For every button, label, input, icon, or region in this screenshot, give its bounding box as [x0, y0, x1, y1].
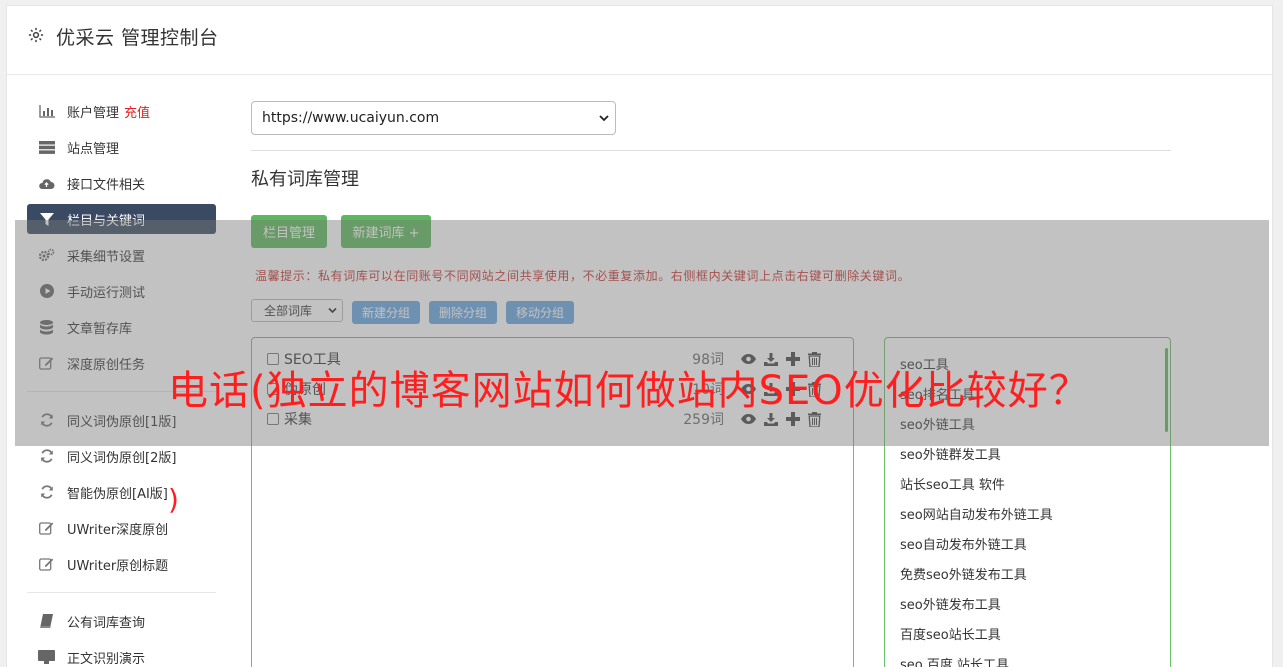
keyword-item[interactable]: seo网站自动发布外链工具 [900, 504, 1053, 523]
sidebar-item-uwriter-deep[interactable]: UWriter深度原创 [27, 513, 216, 543]
cloud-upload-icon [38, 176, 55, 190]
gear-icon [28, 27, 44, 43]
section-title: 私有词库管理 [251, 169, 359, 190]
sidebar-item-label: 公有词库查询 [67, 615, 146, 631]
sidebar-item-account[interactable]: 账户管理 充值 [27, 96, 216, 126]
overlay-paren: ) [168, 483, 179, 516]
header: 优采云 管理控制台 [7, 6, 1272, 75]
keyword-item[interactable]: seo外链群发工具 [900, 444, 1001, 463]
sidebar-item-ai-rewrite[interactable]: 智能伪原创[AI版] [27, 477, 216, 507]
keyword-item[interactable]: 免费seo外链发布工具 [900, 564, 1027, 583]
sidebar-divider [27, 592, 216, 593]
keyword-item[interactable]: seo外链发布工具 [900, 594, 1001, 613]
refresh-icon [38, 485, 55, 499]
edit-icon [38, 557, 55, 571]
site-select[interactable]: https://www.ucaiyun.com [251, 101, 616, 135]
divider [251, 150, 1171, 151]
keyword-item[interactable]: 站长seo工具 软件 [900, 474, 1005, 493]
keyword-item[interactable]: seo 百度 站长工具 [900, 654, 1009, 667]
chevron-down-icon [599, 115, 609, 122]
book-icon [38, 614, 55, 628]
server-icon [38, 140, 55, 154]
sidebar-item-api-files[interactable]: 接口文件相关 [27, 168, 216, 198]
sidebar-item-text-recognition[interactable]: 正文识别演示 [27, 642, 216, 667]
sidebar-item-label: 站点管理 [67, 141, 120, 157]
sidebar-item-label: UWriter原创标题 [67, 558, 169, 574]
sidebar-item-label: 智能伪原创[AI版] [67, 486, 168, 502]
page-title: 优采云 管理控制台 [56, 27, 219, 49]
keyword-item[interactable]: 百度seo站长工具 [900, 624, 1001, 643]
sidebar-item-sites[interactable]: 站点管理 [27, 132, 216, 162]
sidebar-item-label: 正文识别演示 [67, 651, 146, 667]
sidebar-item-label: 接口文件相关 [67, 177, 146, 193]
refresh-icon [38, 449, 55, 463]
recharge-link[interactable]: 充值 [124, 102, 150, 121]
edit-icon [38, 521, 55, 535]
sidebar-item-label: 同义词伪原创[2版] [67, 450, 177, 466]
site-select-value: https://www.ucaiyun.com [262, 110, 440, 126]
sidebar-item-public-lib[interactable]: 公有词库查询 [27, 606, 216, 636]
overlay-headline: 电话(独立的博客网站如何做站内SEO优化比较好？ [168, 368, 1090, 414]
sidebar-item-label: UWriter深度原创 [67, 522, 169, 538]
bar-chart-icon [38, 104, 55, 118]
monitor-icon [38, 650, 55, 664]
keyword-item[interactable]: seo自动发布外链工具 [900, 534, 1027, 553]
sidebar-item-label: 账户管理 [67, 105, 120, 121]
sidebar-item-uwriter-title[interactable]: UWriter原创标题 [27, 549, 216, 579]
